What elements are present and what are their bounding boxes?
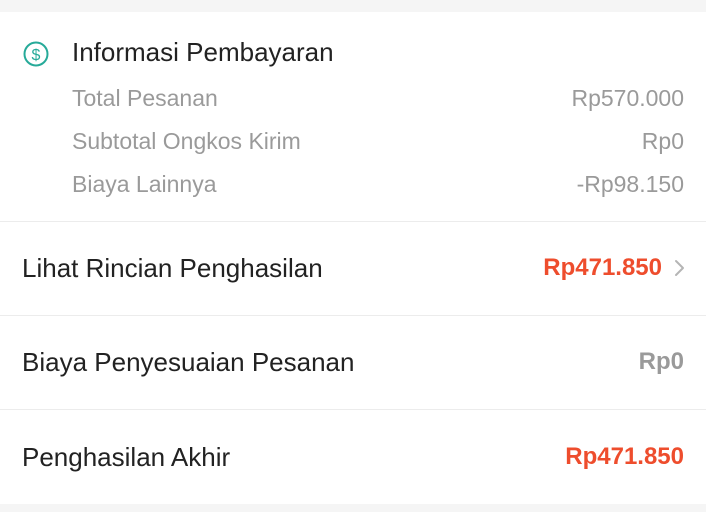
other-fees-line: Biaya Lainnya -Rp98.150 [72,169,684,199]
final-income-value: Rp471.850 [565,443,684,470]
order-adjustment-value: Rp0 [638,348,684,375]
payment-info-section: $ Informasi Pembayaran Total Pesanan Rp5… [0,12,706,221]
total-order-label: Total Pesanan [72,84,218,111]
shipping-subtotal-value: Rp0 [641,127,684,154]
final-income-label: Penghasilan Akhir [22,441,231,472]
divider [0,409,706,410]
order-adjustment-label: Biaya Penyesuaian Pesanan [22,346,355,377]
shipping-subtotal-line: Subtotal Ongkos Kirim Rp0 [72,126,684,156]
payment-info-title: Informasi Pembayaran [72,37,334,67]
total-order-line: Total Pesanan Rp570.000 [72,83,684,113]
income-details-right: Rp471.850 [543,254,684,282]
income-details-value: Rp471.850 [543,254,662,281]
shipping-subtotal-label: Subtotal Ongkos Kirim [72,127,301,154]
page: $ Informasi Pembayaran Total Pesanan Rp5… [0,0,706,512]
final-income-row: Penghasilan Akhir Rp471.850 [22,437,684,477]
payment-card: $ Informasi Pembayaran Total Pesanan Rp5… [0,12,706,504]
chevron-right-icon [672,256,688,280]
other-fees-value: -Rp98.150 [576,170,684,197]
other-fees-label: Biaya Lainnya [72,170,217,197]
dollar-circle-icon: $ [22,40,50,68]
income-details-label: Lihat Rincian Penghasilan [22,252,323,283]
svg-text:$: $ [32,47,41,64]
income-details-row[interactable]: Lihat Rincian Penghasilan Rp471.850 [22,248,684,288]
divider [0,315,706,316]
order-adjustment-row: Biaya Penyesuaian Pesanan Rp0 [22,342,684,382]
divider [0,221,706,222]
total-order-value: Rp570.000 [571,84,684,111]
